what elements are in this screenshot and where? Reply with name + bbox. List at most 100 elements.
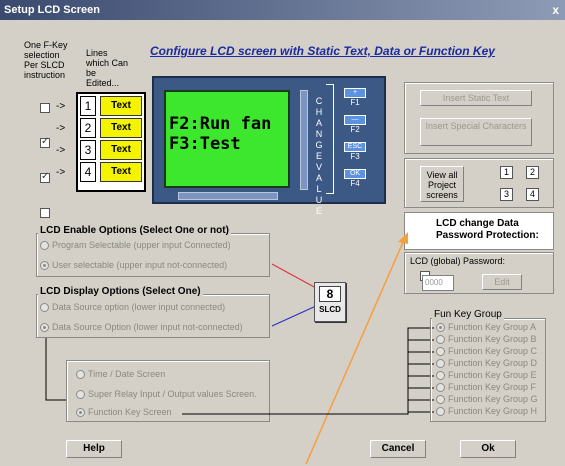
close-icon[interactable]: x xyxy=(552,0,559,20)
screen-option-time-date-label: Time / Date Screen xyxy=(88,369,166,379)
screen-3-box[interactable]: 3 xyxy=(500,188,513,201)
fkey-column: + F1 — F2 ESC F3 OK F4 xyxy=(344,88,366,188)
change-value-label: CHANGE VALUE xyxy=(315,96,323,216)
enable-option-program-label: Program Selectable (upper input Connecte… xyxy=(52,240,231,250)
line-1-checkbox[interactable] xyxy=(40,103,50,113)
screen-1-box[interactable]: 1 xyxy=(500,166,513,179)
radio-icon xyxy=(436,371,445,381)
funkey-group-g-label: Function Key Group G xyxy=(448,394,538,404)
radio-icon xyxy=(76,390,85,400)
line-3-text-button[interactable]: Text xyxy=(100,140,142,160)
f3-esc-button[interactable]: ESC xyxy=(344,142,366,152)
f1-plus-button[interactable]: + xyxy=(344,88,366,98)
enable-option-user[interactable]: User selectable (upper input not-connect… xyxy=(40,260,228,271)
red-connector xyxy=(271,263,317,289)
radio-icon xyxy=(436,359,445,369)
enable-option-user-label: User selectable (upper input not-connect… xyxy=(52,260,228,270)
ok-button[interactable]: Ok xyxy=(460,440,516,458)
line-4-checkbox[interactable] xyxy=(40,208,50,218)
funkey-group-e-label: Function Key Group E xyxy=(448,370,537,380)
f4-label: F4 xyxy=(350,179,360,188)
radio-icon xyxy=(76,370,85,380)
screen-4-box[interactable]: 4 xyxy=(526,188,539,201)
funkey-group-d[interactable]: Function Key Group D xyxy=(436,358,538,369)
funkey-group-g[interactable]: Function Key Group G xyxy=(436,394,538,405)
fun-key-group-title: Fun Key Group xyxy=(432,309,504,320)
f3-label: F3 xyxy=(350,152,360,161)
funkey-group-a[interactable]: Function Key Group A xyxy=(436,322,537,333)
radio-icon xyxy=(436,347,445,357)
radio-icon xyxy=(436,407,445,417)
funkey-group-h-label: Function Key Group H xyxy=(448,406,538,416)
fkey-bracket xyxy=(326,84,334,194)
radio-icon xyxy=(436,395,445,405)
cancel-button[interactable]: Cancel xyxy=(370,440,426,458)
funkey-group-h[interactable]: Function Key Group H xyxy=(436,406,538,417)
line-3-number: 3 xyxy=(80,140,96,160)
edit-password-button[interactable]: Edit xyxy=(482,274,522,290)
funkey-connector-line xyxy=(182,327,432,415)
funkey-group-b[interactable]: Function Key Group B xyxy=(436,334,537,345)
radio-selected-icon xyxy=(436,323,445,333)
window-title: Setup LCD Screen xyxy=(4,4,100,16)
insert-special-characters-button[interactable]: Insert Special Characters xyxy=(420,118,532,146)
line-4-text-button[interactable]: Text xyxy=(100,162,142,182)
password-protection-label: LCD change Data Password Protection: xyxy=(436,218,539,241)
line-3-checkbox[interactable] xyxy=(40,171,50,183)
title-bar: Setup LCD Screen x xyxy=(0,0,565,20)
funkey-group-a-label: Function Key Group A xyxy=(448,322,537,332)
radio-icon xyxy=(436,383,445,393)
lcd-device: F2:Run fan F3:Test CHANGE VALUE + F1 — F… xyxy=(152,76,386,216)
line-2-text-button[interactable]: Text xyxy=(100,118,142,138)
lcd-vertical-scrollbar[interactable] xyxy=(300,90,308,190)
view-all-screens-button[interactable]: View all Project screens xyxy=(420,166,464,202)
enable-options-title: LCD Enable Options (Select One or not) xyxy=(38,225,231,236)
funkey-group-d-label: Function Key Group D xyxy=(448,358,538,368)
callout-arrowhead xyxy=(398,232,408,244)
funkey-group-e[interactable]: Function Key Group E xyxy=(436,370,537,381)
line-1-arrow: -> xyxy=(56,101,66,112)
help-button[interactable]: Help xyxy=(66,440,122,458)
enable-option-program[interactable]: Program Selectable (upper input Connecte… xyxy=(40,240,231,251)
lcd-line-2: F3:Test xyxy=(169,134,241,154)
funkey-group-b-label: Function Key Group B xyxy=(448,334,537,344)
line-2-checkbox[interactable] xyxy=(40,136,50,148)
lcd-scrollbar[interactable] xyxy=(178,192,278,200)
line-1-text-button[interactable]: Text xyxy=(100,96,142,116)
insert-static-text-button[interactable]: Insert Static Text xyxy=(420,90,532,106)
screen-option-time-date[interactable]: Time / Date Screen xyxy=(76,369,166,380)
funkey-group-c-label: Function Key Group C xyxy=(448,346,538,356)
fkey-column-header: One F-Key selection Per SLCD instruction xyxy=(24,40,68,80)
funkey-group-f-label: Function Key Group F xyxy=(448,382,537,392)
f1-label: F1 xyxy=(350,98,360,107)
radio-selected-icon xyxy=(40,323,49,333)
password-label: LCD (global) Password: xyxy=(410,256,506,266)
funkey-group-f[interactable]: Function Key Group F xyxy=(436,382,537,393)
screen-option-function-key[interactable]: Function Key Screen xyxy=(76,407,172,418)
line-1-number: 1 xyxy=(80,96,96,116)
radio-selected-icon xyxy=(76,408,85,418)
funkey-group-c[interactable]: Function Key Group C xyxy=(436,346,538,357)
line-2-number: 2 xyxy=(80,118,96,138)
lcd-screen: F2:Run fan F3:Test xyxy=(164,90,290,188)
lcd-line-1: F2:Run fan xyxy=(169,114,272,134)
screen-2-box[interactable]: 2 xyxy=(526,166,539,179)
radio-icon xyxy=(436,335,445,345)
radio-selected-icon xyxy=(40,261,49,271)
display-options-title: LCD Display Options (Select One) xyxy=(38,286,203,297)
page-title: Configure LCD screen with Static Text, D… xyxy=(150,44,495,58)
line-4-number: 4 xyxy=(80,162,96,182)
f2-minus-button[interactable]: — xyxy=(344,115,366,125)
radio-icon xyxy=(40,303,49,313)
setup-lcd-window: Setup LCD Screen x One F-Key selection P… xyxy=(0,0,565,466)
password-field[interactable]: 0000 xyxy=(422,275,454,291)
slcd-block-number: 8 xyxy=(319,286,341,302)
line-4-arrow: -> xyxy=(56,167,66,178)
line-row-3: -> 3 Text xyxy=(0,26,565,183)
line-2-arrow: -> xyxy=(56,123,66,134)
tree-line xyxy=(45,338,68,401)
funkey-connector xyxy=(182,327,432,415)
f2-label: F2 xyxy=(350,125,360,134)
radio-icon xyxy=(40,241,49,251)
f4-ok-button[interactable]: OK xyxy=(344,169,366,179)
